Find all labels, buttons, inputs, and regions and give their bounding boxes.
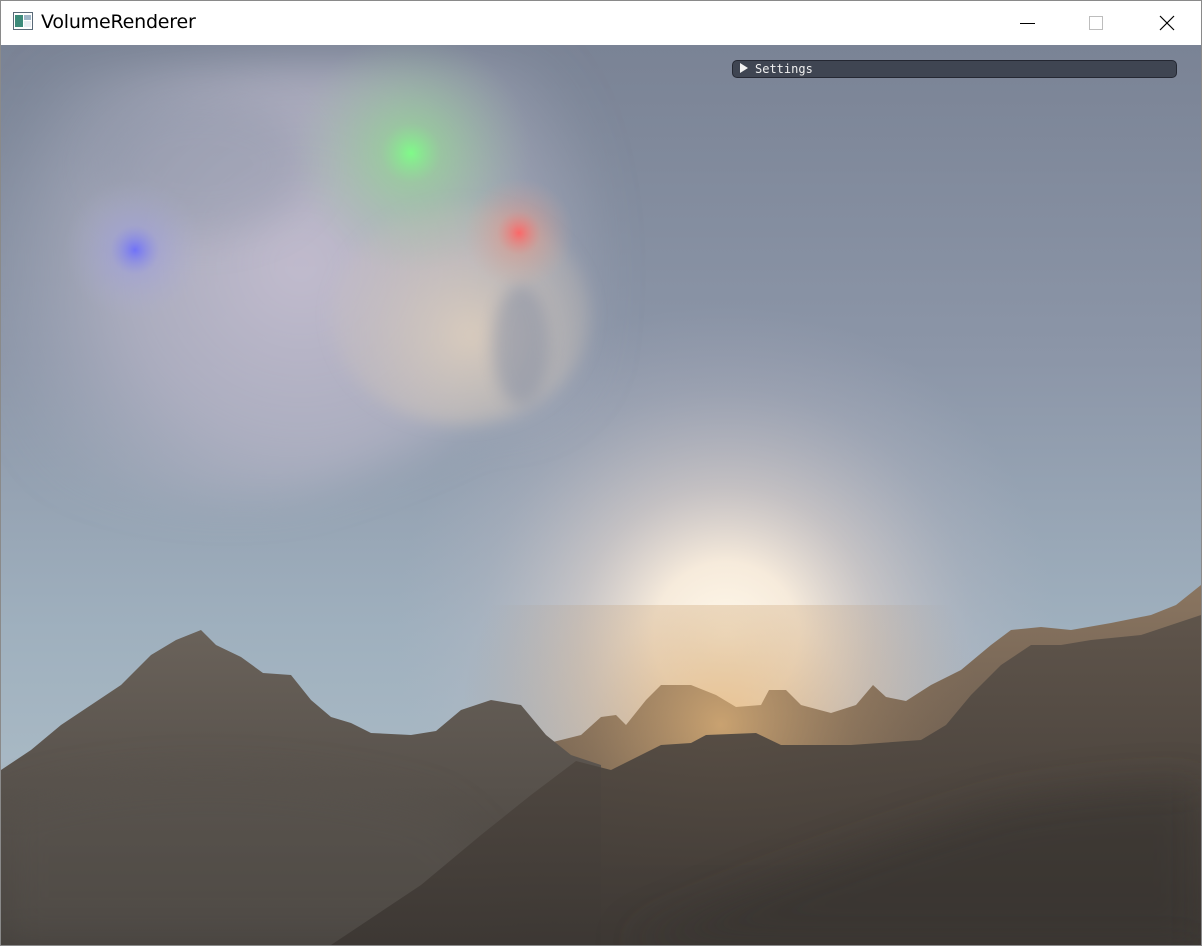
settings-panel[interactable]: Settings (732, 60, 1177, 78)
red-light-source (464, 178, 574, 288)
minimize-button[interactable] (1004, 1, 1050, 45)
app-window-icon (13, 12, 33, 30)
render-viewport[interactable]: Settings (1, 45, 1201, 945)
app-window: VolumeRenderer Settings (0, 0, 1202, 946)
rendered-scene (1, 45, 1201, 945)
close-icon (1159, 15, 1175, 31)
maximize-icon (1089, 16, 1103, 30)
maximize-button[interactable] (1073, 1, 1119, 45)
collapsed-triangle-icon[interactable] (740, 63, 748, 73)
settings-header-label[interactable]: Settings (755, 62, 813, 77)
close-button[interactable] (1144, 1, 1190, 45)
window-title: VolumeRenderer (41, 11, 196, 33)
minimize-icon (1020, 23, 1035, 24)
title-bar[interactable]: VolumeRenderer (1, 1, 1201, 45)
blue-light-source (65, 180, 205, 320)
